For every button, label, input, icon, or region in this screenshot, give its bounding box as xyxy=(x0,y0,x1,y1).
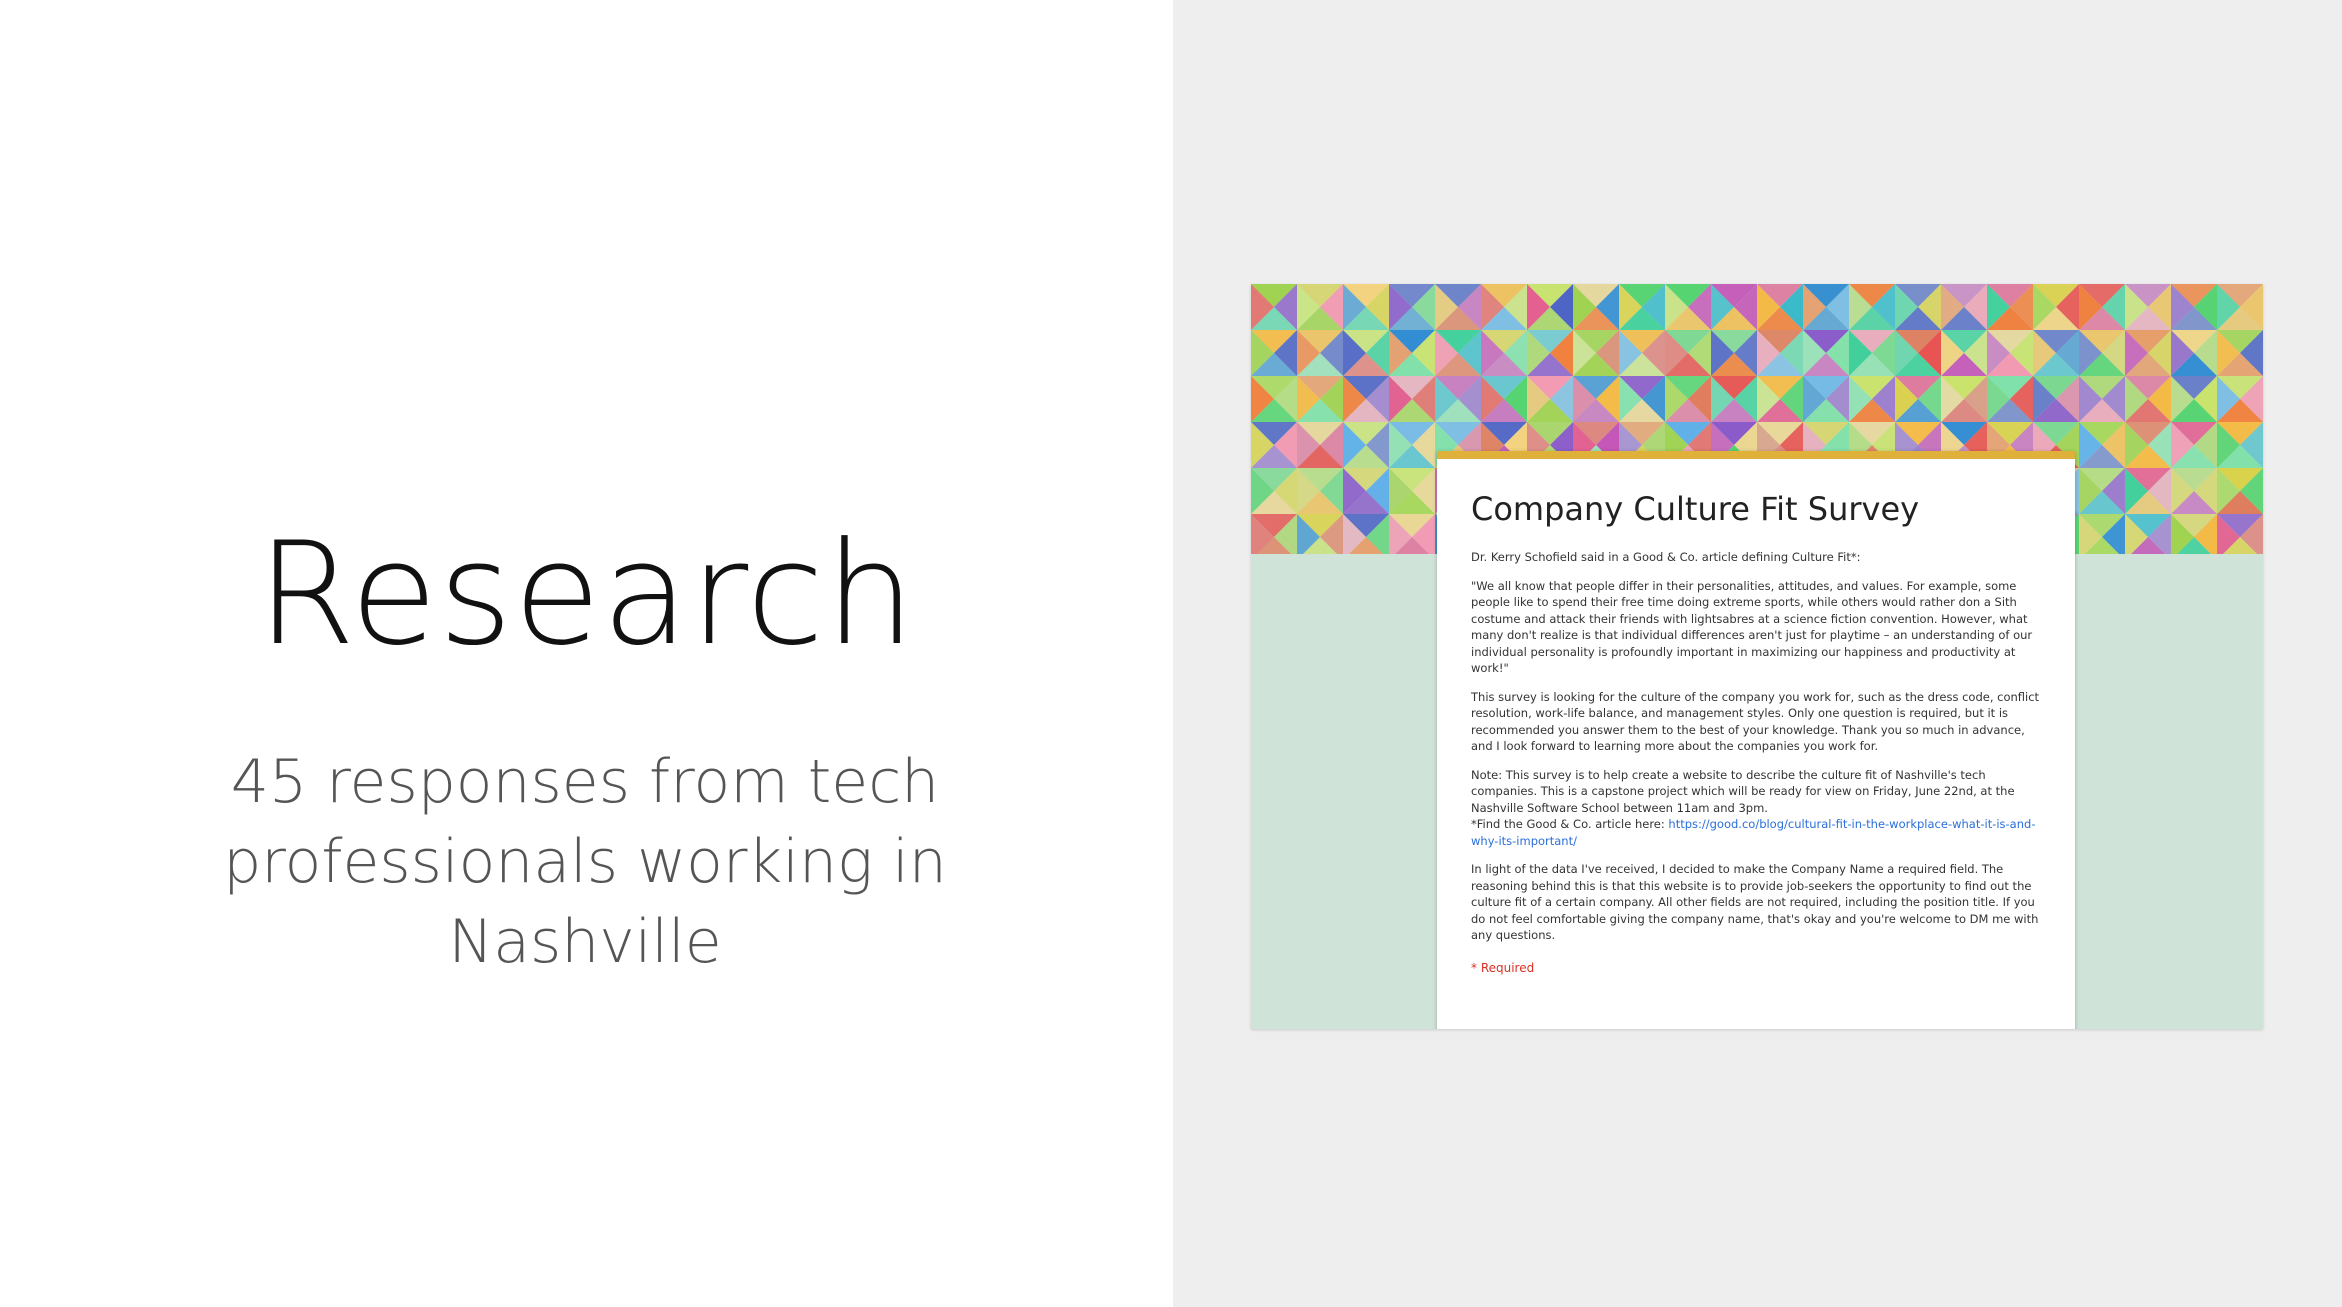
slide: Research 45 responses from tech professi… xyxy=(0,0,2342,1307)
left-panel: Research 45 responses from tech professi… xyxy=(0,0,1173,1307)
required-label: * Required xyxy=(1471,960,1535,975)
slide-title: Research xyxy=(256,512,917,677)
form-article-prefix: *Find the Good & Co. article here: xyxy=(1471,817,1669,831)
form-quote: "We all know that people differ in their… xyxy=(1471,578,2033,676)
form-intro: Dr. Kerry Schofield said in a Good & Co.… xyxy=(1471,550,1861,564)
survey-form-screenshot: Company Culture Fit Survey Dr. Kerry Sch… xyxy=(1251,284,2263,1029)
form-note-block: Note: This survey is to help create a we… xyxy=(1471,767,2041,850)
form-title: Company Culture Fit Survey xyxy=(1471,490,1920,528)
form-card: Company Culture Fit Survey Dr. Kerry Sch… xyxy=(1437,451,2075,1029)
form-description: This survey is looking for the culture o… xyxy=(1471,689,2040,754)
form-update: In light of the data I've received, I de… xyxy=(1471,862,2039,942)
form-note: Note: This survey is to help create a we… xyxy=(1471,767,2015,815)
slide-subtitle: 45 responses from tech professionals wor… xyxy=(223,747,947,977)
